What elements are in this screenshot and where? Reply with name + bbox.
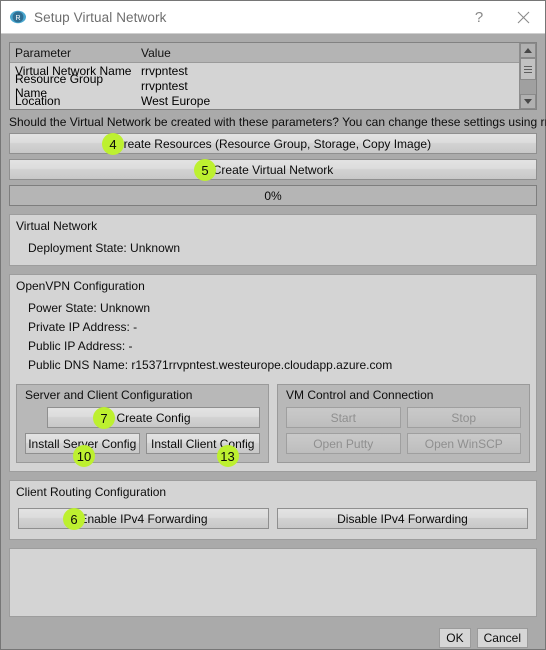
deployment-state-text: Deployment State: Unknown	[28, 241, 181, 255]
scroll-down-icon[interactable]	[520, 94, 536, 109]
table-row[interactable]: Resource Group Name rrvpntest	[10, 72, 519, 100]
setup-virtual-network-window: R Setup Virtual Network ? Parameter Valu…	[0, 0, 546, 650]
vertical-scrollbar[interactable]	[519, 43, 536, 109]
create-config-label: Create Config	[116, 410, 191, 425]
table-header-row: Parameter Value	[10, 43, 519, 63]
dialog-body: Parameter Value Virtual Network Name rrv…	[1, 34, 546, 649]
install-client-config-label: Install Client Config	[151, 436, 255, 451]
progress-label: 0%	[264, 188, 282, 203]
cancel-button[interactable]: Cancel	[476, 628, 528, 648]
openvpn-panel: OpenVPN Configuration Power State: Unkno…	[9, 274, 537, 472]
install-client-config-button[interactable]: 13 Install Client Config	[145, 433, 260, 467]
table-body: Virtual Network Name rrvpntest Resource …	[10, 63, 519, 109]
help-button[interactable]: ?	[457, 1, 501, 33]
virtual-network-panel: Virtual Network Deployment State: Unknow…	[9, 214, 537, 266]
install-server-config-label: Install Server Config	[28, 436, 137, 451]
window-title: Setup Virtual Network	[34, 9, 167, 25]
open-putty-button[interactable]: Open Putty	[286, 433, 401, 454]
column-header-parameter: Parameter	[15, 45, 72, 60]
cell-value: West Europe	[141, 93, 211, 108]
server-client-config-group: Server and Client Configuration 7 Create…	[16, 384, 269, 467]
server-client-config-title: Server and Client Configuration	[25, 388, 193, 402]
vm-connection-buttons: Open Putty Open WinSCP	[286, 433, 521, 454]
badge-create-config: 7	[93, 407, 115, 429]
create-virtual-network-button[interactable]: 5 Create Virtual Network	[9, 159, 537, 181]
enable-ipv4-forwarding-label: Enable IPv4 Forwarding	[79, 511, 208, 526]
create-resources-label: Create Resources (Resource Group, Storag…	[114, 136, 432, 151]
cell-parameter: Location	[15, 93, 61, 108]
scrollbar-thumb[interactable]	[520, 58, 536, 80]
public-dns-text: Public DNS Name: r15371rrvpntest.westeur…	[28, 358, 393, 372]
ok-button[interactable]: OK	[439, 628, 471, 648]
titlebar: R Setup Virtual Network ?	[1, 1, 545, 34]
close-icon[interactable]	[501, 1, 545, 33]
disable-ipv4-forwarding-button[interactable]: Disable IPv4 Forwarding	[277, 508, 528, 529]
create-config-button[interactable]: 7 Create Config	[47, 407, 260, 429]
install-config-buttons: 10 Install Server Config 13 Install Clie…	[25, 433, 260, 467]
create-buttons-group: 4 Create Resources (Resource Group, Stor…	[9, 133, 537, 181]
client-routing-panel: Client Routing Configuration 6 Enable IP…	[9, 480, 537, 540]
dialog-footer: OK Cancel	[9, 617, 537, 648]
vm-control-title: VM Control and Connection	[286, 388, 434, 402]
cell-value: rrvpntest	[141, 63, 188, 78]
enable-ipv4-forwarding-button[interactable]: 6 Enable IPv4 Forwarding	[18, 508, 269, 530]
install-server-config-button[interactable]: 10 Install Server Config	[25, 433, 140, 467]
stop-button[interactable]: Stop	[406, 407, 521, 428]
client-routing-title: Client Routing Configuration	[16, 485, 167, 499]
log-output-box[interactable]	[9, 548, 537, 617]
titlebar-buttons: ?	[457, 1, 545, 33]
openvpn-inner-groups: Server and Client Configuration 7 Create…	[10, 380, 536, 471]
power-state-text: Power State: Unknown	[28, 301, 151, 315]
table-row[interactable]: Location West Europe	[10, 93, 519, 108]
scrollbar-track[interactable]	[520, 58, 536, 94]
open-winscp-button[interactable]: Open WinSCP	[406, 433, 521, 454]
column-header-value: Value	[141, 45, 171, 60]
virtual-network-title: Virtual Network	[16, 219, 98, 233]
vm-power-buttons: Start Stop	[286, 407, 521, 428]
parameters-listview[interactable]: Parameter Value Virtual Network Name rrv…	[9, 42, 537, 110]
create-virtual-network-label: Create Virtual Network	[212, 162, 334, 177]
openvpn-title: OpenVPN Configuration	[16, 279, 145, 293]
scroll-up-icon[interactable]	[520, 43, 536, 58]
prompt-text: Should the Virtual Network be created wi…	[9, 115, 546, 129]
public-ip-text: Public IP Address: -	[28, 339, 133, 353]
vm-control-group: VM Control and Connection Start Stop Ope…	[277, 384, 530, 463]
start-button[interactable]: Start	[286, 407, 401, 428]
create-resources-button[interactable]: 4 Create Resources (Resource Group, Stor…	[9, 133, 537, 155]
private-ip-text: Private IP Address: -	[28, 320, 138, 334]
app-icon: R	[10, 10, 26, 24]
svg-text:R: R	[15, 15, 20, 22]
routing-buttons: 6 Enable IPv4 Forwarding Disable IPv4 Fo…	[10, 504, 536, 539]
parameters-table: Parameter Value Virtual Network Name rrv…	[10, 43, 519, 109]
progress-bar: 0%	[9, 185, 537, 206]
cell-value: rrvpntest	[141, 78, 188, 93]
